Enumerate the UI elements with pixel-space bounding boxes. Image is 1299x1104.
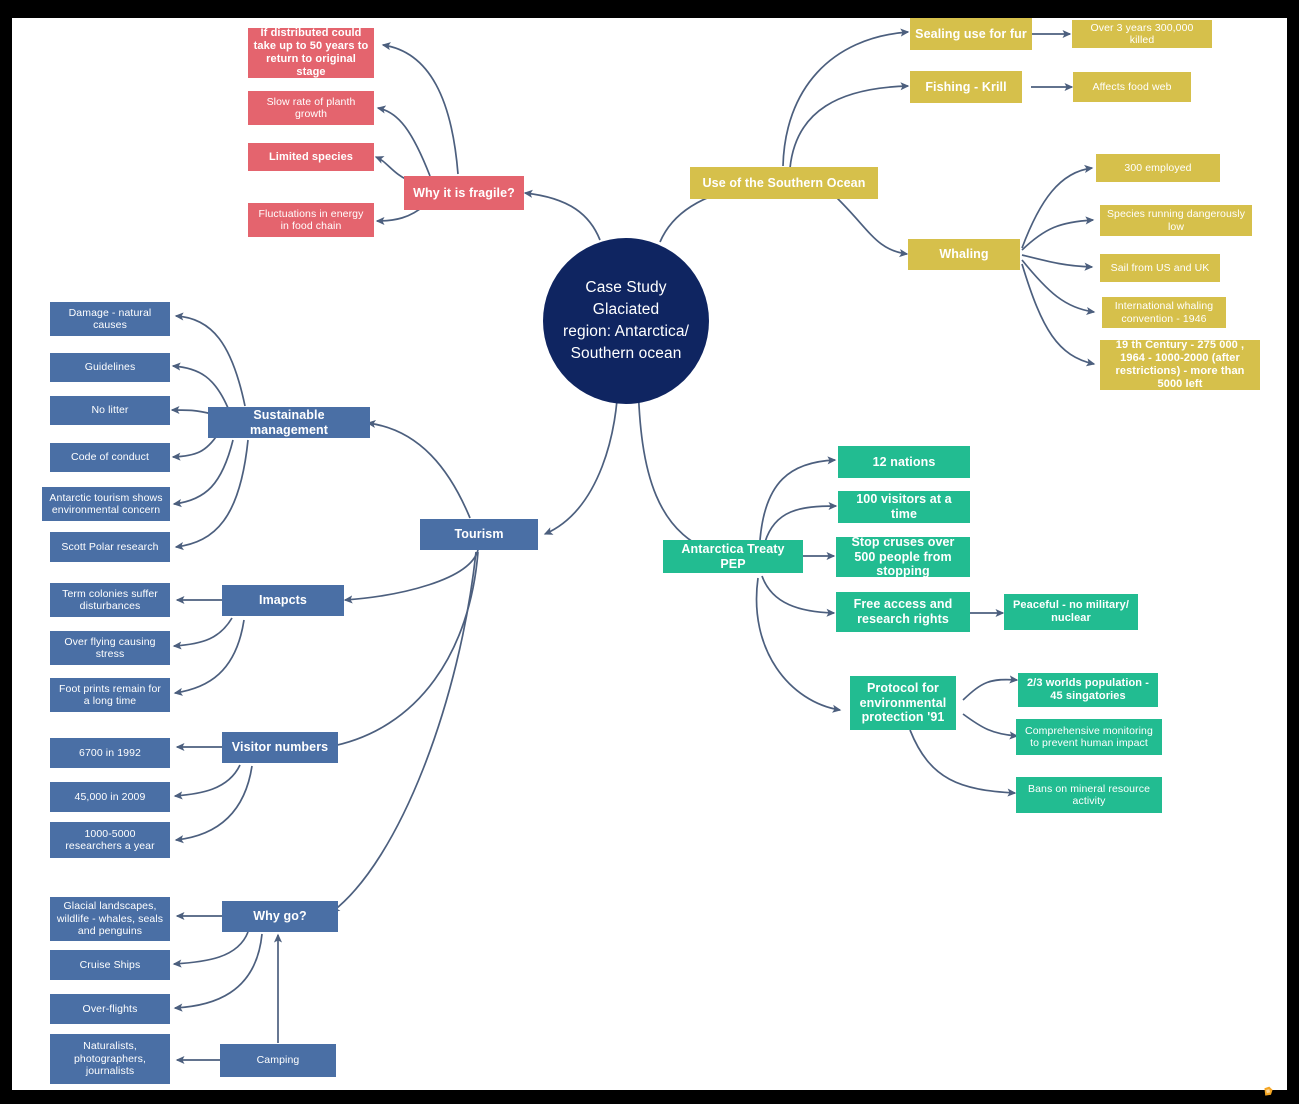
node-wg-glacial-landscapes-wildlife[interactable]: Glacial landscapes, wildlife - whales, s… [50, 897, 170, 941]
node-over-3-years-killed[interactable]: Over 3 years 300,000 killed [1072, 20, 1212, 48]
diagram-frame: Case Study Glaciated region: Antarctica/… [12, 18, 1287, 1090]
node-impacts[interactable]: Imapcts [222, 585, 344, 616]
node-wg-cruise-ships[interactable]: Cruise Ships [50, 950, 170, 980]
node-vn-1000-5000-researchers[interactable]: 1000-5000 researchers a year [50, 822, 170, 858]
node-why-go[interactable]: Why go? [222, 901, 338, 932]
edge-fragile-2 [376, 105, 431, 177]
node-antarctica-treaty-pep[interactable]: Antarctica Treaty PEP [663, 540, 803, 573]
node-whaling[interactable]: Whaling [908, 239, 1020, 270]
node-sustainable-management[interactable]: Sustainable management [208, 407, 370, 438]
center-line-3: Southern ocean [570, 345, 682, 362]
center-line-1: Case Study Glaciated [585, 279, 667, 318]
edge-vn-2 [173, 764, 241, 800]
node-sm-no-litter[interactable]: No litter [50, 396, 170, 425]
edge-treaty-1 [759, 456, 837, 541]
node-whaling-species-low[interactable]: Species running dangerously low [1100, 205, 1252, 236]
node-sm-antarctic-tourism-concern[interactable]: Antarctic tourism shows environmental co… [42, 487, 170, 521]
node-wg-naturalists-photographers[interactable]: Naturalists, photographers, journalists [50, 1034, 170, 1084]
node-whaling-19th-century-stats[interactable]: 19 th Century - 275 000 , 1964 - 1000-20… [1100, 339, 1260, 390]
node-sealing-use-for-fur[interactable]: Sealing use for fur [910, 18, 1032, 50]
edge-so-fishing [789, 82, 910, 169]
center-node-label: Case Study Glaciated region: Antarctica/… [561, 277, 691, 365]
node-whaling-sail-us-uk[interactable]: Sail from US and UK [1100, 254, 1220, 282]
node-use-of-southern-ocean[interactable]: Use of the Southern Ocean [690, 167, 878, 199]
edge-wg-2 [172, 931, 249, 968]
edge-treaty-4 [761, 575, 836, 617]
center-line-2: region: Antarctica/ [563, 323, 689, 340]
edge-so-sealing [782, 28, 910, 167]
node-why-it-is-fragile[interactable]: Why it is fragile? [404, 176, 524, 210]
edge-imp-3 [173, 619, 245, 696]
edge-tourism-visitor [326, 551, 479, 750]
edge-vn-3 [174, 765, 253, 844]
edge-sm-3 [170, 405, 213, 415]
node-imp-over-flying-stress[interactable]: Over flying causing stress [50, 631, 170, 665]
node-camping[interactable]: Camping [220, 1044, 336, 1077]
mindmap-canvas: Case Study Glaciated region: Antarctica/… [12, 18, 1287, 1090]
node-protocol-environmental-protection[interactable]: Protocol for environmental protection '9… [850, 676, 956, 730]
node-treaty-stop-cruises[interactable]: Stop cruses over 500 people from stoppin… [836, 535, 970, 578]
edge-whaling-5 [1021, 263, 1096, 367]
node-treaty-free-access[interactable]: Free access and research rights [836, 592, 970, 632]
node-treaty-12-nations[interactable]: 12 nations [838, 446, 970, 478]
edge-protocol-2 [962, 713, 1019, 740]
node-sm-scott-polar-research[interactable]: Scott Polar research [50, 532, 170, 562]
edge-tourism-sustainable [366, 419, 471, 519]
node-treaty-100-visitors[interactable]: 100 visitors at a time [838, 491, 970, 523]
edge-whaling-3 [1021, 254, 1094, 271]
node-fragile-energy-fluctuations[interactable]: Fluctuations in energy in food chain [248, 203, 374, 237]
node-fragile-50-years[interactable]: If distributed could take up to 50 years… [248, 27, 374, 78]
edge-tourism-impacts [343, 549, 479, 604]
edge-center-fragile [523, 189, 601, 241]
edge-sm-2 [171, 362, 229, 409]
center-node[interactable]: Case Study Glaciated region: Antarctica/… [543, 238, 709, 404]
node-protocol-comprehensive-monitoring[interactable]: Comprehensive monitoring to prevent huma… [1016, 719, 1162, 755]
node-sm-code-of-conduct[interactable]: Code of conduct [50, 443, 170, 472]
node-treaty-peaceful-no-military[interactable]: Peaceful - no military/ nuclear [1004, 594, 1138, 630]
edge-treaty-5 [755, 577, 842, 713]
node-whaling-300-employed[interactable]: 300 employed [1096, 154, 1220, 182]
node-affects-food-web[interactable]: Affects food web [1073, 72, 1191, 102]
edge-tourism-whygo [330, 551, 477, 913]
edge-fragile-1 [381, 42, 459, 175]
edge-protocol-3 [909, 729, 1017, 797]
edge-sm-1 [174, 312, 246, 407]
edge-whaling-1 [1021, 164, 1094, 249]
edge-treaty-2 [764, 501, 838, 543]
edge-sm-5 [172, 439, 234, 508]
node-wg-over-flights[interactable]: Over-flights [50, 994, 170, 1024]
edge-center-treaty [637, 379, 729, 559]
node-fragile-limited-species[interactable]: Limited species [248, 143, 374, 171]
node-protocol-bans-mineral-resources[interactable]: Bans on mineral resource activity [1016, 777, 1162, 813]
edge-sm-6 [174, 439, 249, 551]
node-protocol-two-thirds-population[interactable]: 2/3 worlds population - 45 singatories [1018, 673, 1158, 707]
edge-protocol-1 [962, 675, 1019, 701]
node-imp-foot-prints-remain[interactable]: Foot prints remain for a long time [50, 678, 170, 712]
node-fishing-krill[interactable]: Fishing - Krill [910, 71, 1022, 103]
edge-so-whaling [834, 195, 909, 258]
node-visitor-numbers[interactable]: Visitor numbers [222, 732, 338, 763]
edge-whaling-4 [1021, 259, 1096, 315]
node-sm-damage-natural-causes[interactable]: Damage - natural causes [50, 302, 170, 336]
node-sm-guidelines[interactable]: Guidelines [50, 353, 170, 382]
node-fragile-slow-plant-growth[interactable]: Slow rate of planth growth [248, 91, 374, 125]
node-imp-term-colonies-disturbances[interactable]: Term colonies suffer disturbances [50, 583, 170, 617]
node-vn-45000-2009[interactable]: 45,000 in 2009 [50, 782, 170, 812]
node-vn-6700-1992[interactable]: 6700 in 1992 [50, 738, 170, 768]
edge-wg-3 [173, 933, 263, 1012]
edge-imp-2 [172, 617, 233, 650]
node-tourism[interactable]: Tourism [420, 519, 538, 550]
node-whaling-convention-1946[interactable]: International whaling convention - 1946 [1102, 297, 1226, 328]
edge-whaling-2 [1021, 216, 1095, 251]
